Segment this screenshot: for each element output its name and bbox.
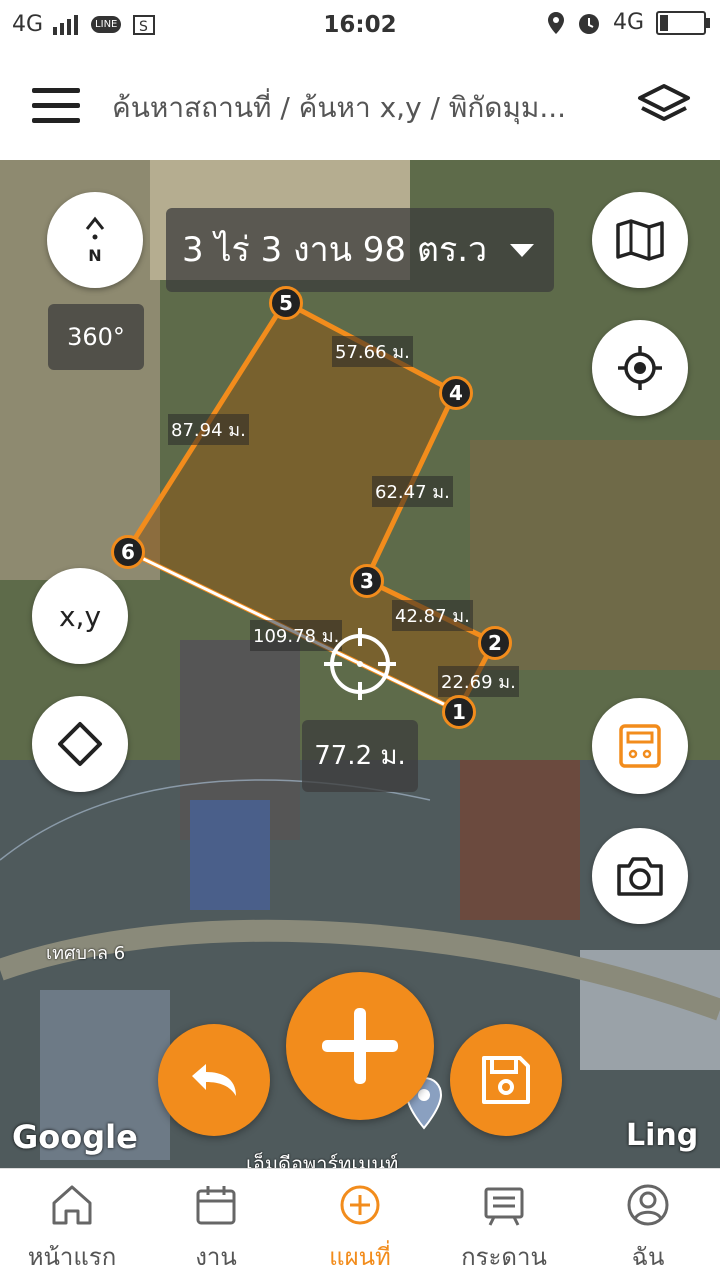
camera-button[interactable] <box>592 828 688 924</box>
map-type-button[interactable] <box>592 192 688 288</box>
alarm-icon <box>578 13 599 34</box>
edge-length-2-1: 22.69 ม. <box>438 666 519 697</box>
nav-map[interactable]: แผนที่ <box>288 1169 432 1281</box>
edge-length-3-2: 42.87 ม. <box>392 600 473 631</box>
bottom-navigation: หน้าแรก งาน แผนที่ กระดาน ฉัน <box>0 1168 720 1281</box>
road-label: เทศบาล 6 <box>46 943 126 964</box>
network-indicator-right: 4G <box>612 10 644 35</box>
save-icon <box>482 1056 530 1104</box>
shape-tool-button[interactable] <box>32 696 128 792</box>
breadcrumb[interactable]: ค้นหาสถานที่ / ค้นหา x,y / พิกัดมุม... <box>112 86 622 130</box>
my-location-button[interactable] <box>592 320 688 416</box>
calendar-icon <box>196 1186 236 1225</box>
nav-home[interactable]: หน้าแรก <box>0 1169 144 1281</box>
edge-length-4-3: 62.47 ม. <box>372 476 453 507</box>
nav-profile-label: ฉัน <box>631 1243 665 1271</box>
map-icon <box>616 219 664 261</box>
nav-tasks-label: งาน <box>195 1243 237 1271</box>
status-bar: 4G LINE S 16:02 4G <box>0 0 720 50</box>
view-360-button[interactable]: 360° <box>48 304 144 370</box>
vertex-5[interactable]: 5 <box>269 286 303 320</box>
area-selector[interactable]: 3 ไร่ 3 งาน 98 ตร.ว <box>166 208 554 292</box>
calculator-icon <box>619 724 661 768</box>
chevron-down-icon <box>510 244 534 257</box>
plus-icon <box>322 1008 398 1084</box>
compass-icon: N <box>85 216 105 265</box>
nav-tasks[interactable]: งาน <box>144 1169 288 1281</box>
vertex-6[interactable]: 6 <box>111 535 145 569</box>
vertex-4[interactable]: 4 <box>439 376 473 410</box>
edge-length-5-4: 57.66 ม. <box>332 336 413 367</box>
add-point-button[interactable] <box>286 972 434 1120</box>
nav-board[interactable]: กระดาน <box>432 1169 576 1281</box>
vertex-2[interactable]: 2 <box>478 626 512 660</box>
nav-profile[interactable]: ฉัน <box>576 1169 720 1281</box>
home-icon <box>52 1185 92 1225</box>
vertex-3[interactable]: 3 <box>350 564 384 598</box>
nav-home-label: หน้าแรก <box>27 1243 117 1271</box>
undo-button[interactable] <box>158 1024 270 1136</box>
poi-label: เอ็มดีอพาร์ทเมนท์ <box>246 1152 399 1168</box>
satellite-map[interactable]: N 3 ไร่ 3 งาน 98 ตร.ว 360° x,y 57.66 ม. … <box>0 160 720 1168</box>
crosshair-icon <box>618 346 662 390</box>
camera-icon <box>617 857 663 896</box>
ling-logo: Ling <box>626 1118 699 1153</box>
board-icon <box>484 1187 524 1226</box>
layers-icon <box>638 84 690 121</box>
center-crosshair-icon <box>324 628 396 700</box>
distance-readout: 77.2 ม. <box>302 720 418 792</box>
xy-coordinate-button[interactable]: x,y <box>32 568 128 664</box>
add-circle-icon <box>340 1185 380 1225</box>
google-logo: Google <box>12 1118 138 1156</box>
location-pin-icon <box>547 11 564 34</box>
svg-text:N: N <box>88 246 101 265</box>
menu-button[interactable] <box>32 88 80 128</box>
edge-length-6-5: 87.94 ม. <box>168 414 249 445</box>
undo-icon <box>192 1064 236 1096</box>
diamond-icon <box>58 722 102 766</box>
layers-button[interactable] <box>636 82 692 128</box>
nav-board-label: กระดาน <box>461 1243 547 1271</box>
vertex-1[interactable]: 1 <box>442 695 476 729</box>
nav-map-label: แผนที่ <box>329 1243 391 1271</box>
profile-icon <box>627 1184 669 1226</box>
area-value: 3 ไร่ 3 งาน 98 ตร.ว <box>182 230 488 270</box>
calculator-button[interactable] <box>592 698 688 794</box>
save-button[interactable] <box>450 1024 562 1136</box>
compass-button[interactable]: N <box>47 192 143 288</box>
battery-icon <box>656 10 710 35</box>
